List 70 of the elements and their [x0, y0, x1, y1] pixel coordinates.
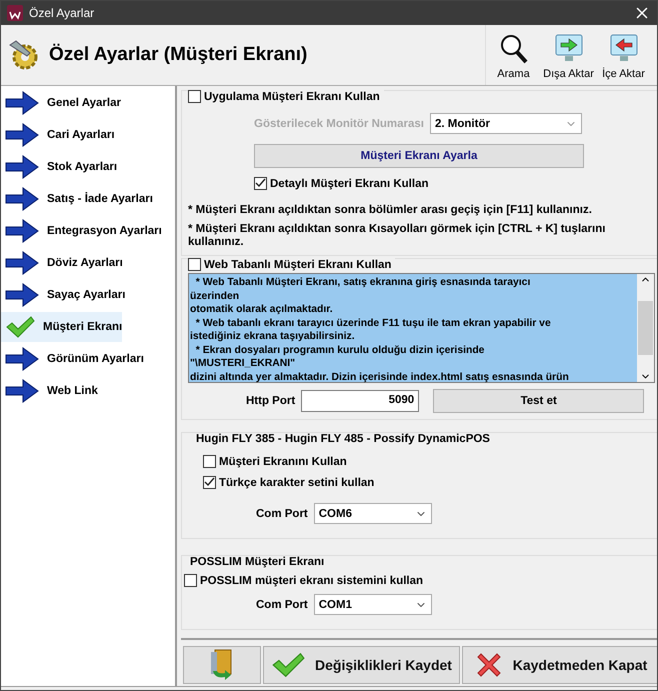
sidebar-item[interactable]: Görünüm Ayarları	[1, 344, 144, 374]
app-icon	[7, 5, 23, 21]
field-label: Http Port	[246, 395, 296, 407]
arrow-icon	[5, 347, 39, 371]
arrow-icon	[5, 91, 39, 115]
monitor-arrow-icon	[554, 34, 582, 64]
checkbox-label: Müşteri Ekranını Kullan	[219, 456, 347, 468]
memo-line: üzerinden	[190, 290, 240, 303]
close-button[interactable]: Kaydetmeden Kapat	[462, 646, 657, 684]
arrow-icon	[5, 187, 39, 211]
memo-line: otomatik olarak açılmaktadır.	[190, 303, 334, 316]
port-field[interactable]: 5090	[301, 390, 420, 412]
port-dropdown[interactable]: COM6	[314, 503, 432, 524]
sidebar-item[interactable]: Sayaç Ayarları	[1, 280, 126, 310]
memo-line: dizini altında yer almaktadır. Dizin içerisinde index.html satış esnasında ürün	[190, 370, 570, 384]
toolbar-button[interactable]: İçe Aktar	[596, 25, 651, 85]
field-label: Com Port	[256, 508, 308, 520]
test-button[interactable]: Test et	[433, 389, 644, 413]
check-icon	[271, 651, 306, 679]
checkbox-label: Uygulama Müşteri Ekranı Kullan	[204, 90, 380, 102]
sidebar-item[interactable]: Stok Ayarları	[1, 152, 118, 182]
monitor-arrow-icon	[610, 34, 638, 64]
info-note: * Müşteri Ekranı açıldıktan sonra bölümler arası geçiş için [F11] kullanınız.	[188, 204, 593, 217]
check-icon	[5, 315, 35, 339]
port-dropdown[interactable]: COM1	[314, 594, 432, 615]
memo-line: "\MUSTERI_EKRANI"	[190, 357, 296, 370]
checkbox[interactable]	[203, 455, 216, 468]
toolbar-button[interactable]: Dışa Aktar	[541, 25, 596, 85]
checkbox-label: Detaylı Müşteri Ekranı Kullan	[270, 178, 428, 190]
info-note: * Müşteri Ekranı açıldıktan sonra Kısayolları görmek için [CTRL + K] tuşlarını kullanınız.	[188, 223, 606, 249]
window-title: Özel Ayarlar	[29, 6, 96, 20]
page-title: Özel Ayarlar (Müşteri Ekranı)	[49, 44, 308, 66]
group-title: POSSLIM Müşteri Ekranı	[190, 556, 324, 568]
sidebar-item[interactable]: Cari Ayarları	[1, 120, 115, 150]
checkbox-label: POSSLIM müşteri ekranı sistemini kullan	[200, 574, 424, 586]
arrow-icon	[5, 155, 39, 179]
memo-line: * Web Tabanlı Müşteri Ekranı, satış ekranına giriş esnasında tarayıcı	[194, 276, 532, 290]
field-label: Gösterilecek Monitör Numarası	[254, 118, 424, 130]
setup-button[interactable]: Müşteri Ekranı Ayarla	[254, 144, 584, 168]
sidebar-item[interactable]: Genel Ayarlar	[1, 88, 121, 118]
sidebar-item[interactable]: Satış - İade Ayarları	[1, 184, 153, 214]
search-icon	[500, 34, 528, 64]
scrollbar[interactable]	[637, 274, 654, 382]
save-button[interactable]: Değişiklikleri Kaydet	[263, 646, 460, 684]
memo-line: istediğiniz ekrana taşıyabilirsiniz.	[190, 330, 356, 344]
exit-button[interactable]	[183, 646, 261, 684]
checkbox[interactable]	[254, 177, 267, 190]
sidebar-item[interactable]: Döviz Ayarları	[1, 248, 123, 278]
close-icon	[474, 651, 503, 679]
info-memo[interactable]	[188, 273, 655, 383]
memo-line: * Ekran dosyaları programın kurulu olduğu dizin içerisinde	[194, 344, 486, 357]
arrow-icon	[5, 219, 39, 243]
sidebar-item[interactable]: Müşteri Ekranı	[1, 312, 122, 342]
checkbox[interactable]	[188, 258, 201, 271]
memo-line: * Web tabanlı ekranı tarayıcı üzerinde F11 tuşu ile tam ekran yapabilir ve	[194, 316, 552, 330]
arrow-icon	[5, 251, 39, 275]
group-title: Hugin FLY 385 - Hugin FLY 485 - Possify DynamicPOS	[196, 433, 490, 445]
monitor-dropdown[interactable]: 2. Monitör	[430, 113, 582, 134]
checkbox-label: Türkçe karakter setini kullan	[219, 476, 374, 488]
checkbox[interactable]	[188, 90, 201, 103]
arrow-icon	[5, 123, 39, 147]
checkbox-label: Web Tabanlı Müşteri Ekranı Kullan	[204, 258, 392, 270]
checkbox[interactable]	[203, 476, 216, 489]
arrow-icon	[5, 283, 39, 307]
toolbar-button[interactable]: Arama	[486, 25, 541, 85]
checkbox[interactable]	[184, 574, 197, 587]
arrow-icon	[5, 379, 39, 403]
field-label: Com Port	[256, 598, 308, 610]
sidebar-item[interactable]: Entegrasyon Ayarları	[1, 216, 162, 246]
sidebar-item[interactable]: Web Link	[1, 376, 98, 406]
